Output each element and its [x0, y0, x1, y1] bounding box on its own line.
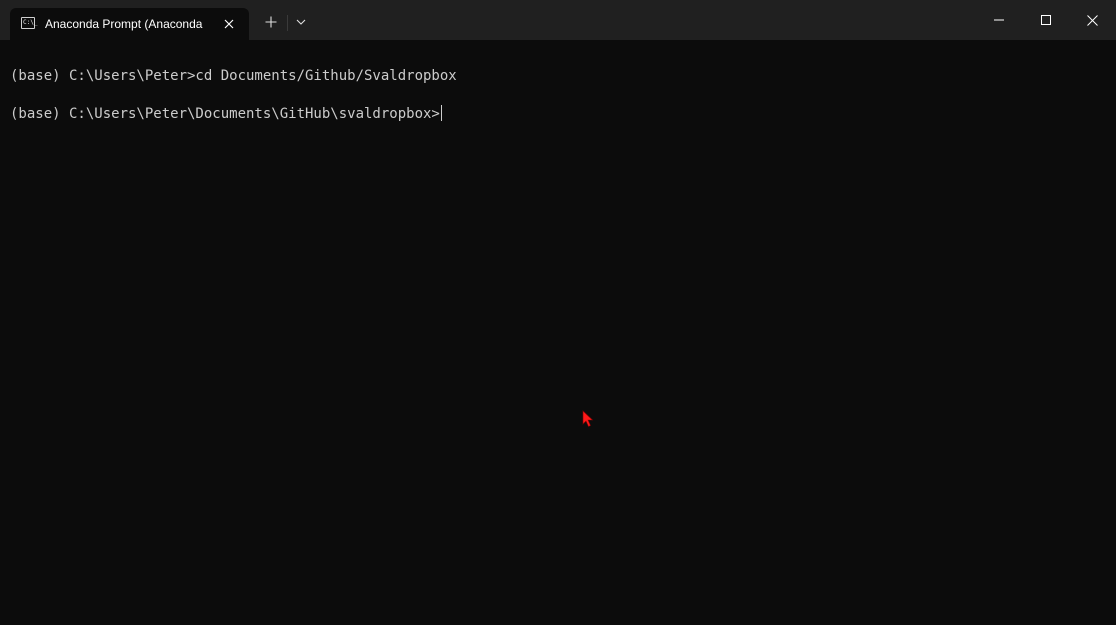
tab-close-button[interactable] [219, 14, 239, 34]
terminal-line-text: (base) C:\Users\Peter>cd Documents/Githu… [10, 68, 457, 84]
tab-anaconda-prompt[interactable]: C:\_ Anaconda Prompt (Anaconda [10, 8, 249, 40]
chevron-down-icon [296, 19, 306, 25]
terminal-line: (base) C:\Users\Peter>cd Documents/Githu… [10, 67, 457, 85]
command-prompt-icon: C:\_ [21, 17, 38, 29]
maximize-icon [1041, 15, 1051, 25]
terminal-window: C:\_ Anaconda Prompt (Anaconda (base) C:… [0, 0, 1116, 625]
minimize-icon [994, 19, 1004, 21]
maximize-button[interactable] [1023, 0, 1069, 40]
new-tab-button[interactable] [259, 10, 283, 34]
close-icon [1086, 14, 1098, 26]
title-bar[interactable]: C:\_ Anaconda Prompt (Anaconda [0, 0, 1116, 40]
terminal-output[interactable]: (base) C:\Users\Peter>cd Documents/Githu… [0, 40, 1116, 625]
tab-dropdown-button[interactable] [290, 10, 312, 34]
tab-title: Anaconda Prompt (Anaconda [45, 17, 203, 31]
mouse-pointer-icon [582, 410, 594, 427]
minimize-button[interactable] [976, 0, 1022, 40]
tab-separator [287, 15, 288, 31]
plus-icon [265, 16, 277, 28]
text-cursor [440, 105, 442, 121]
terminal-prompt-line: (base) C:\Users\Peter\Documents\GitHub\s… [10, 105, 442, 123]
command-prompt-icon-glyph: C:\_ [23, 19, 38, 26]
close-window-button[interactable] [1069, 0, 1115, 40]
terminal-line-text: (base) C:\Users\Peter\Documents\GitHub\s… [10, 106, 440, 122]
close-icon [224, 19, 234, 29]
